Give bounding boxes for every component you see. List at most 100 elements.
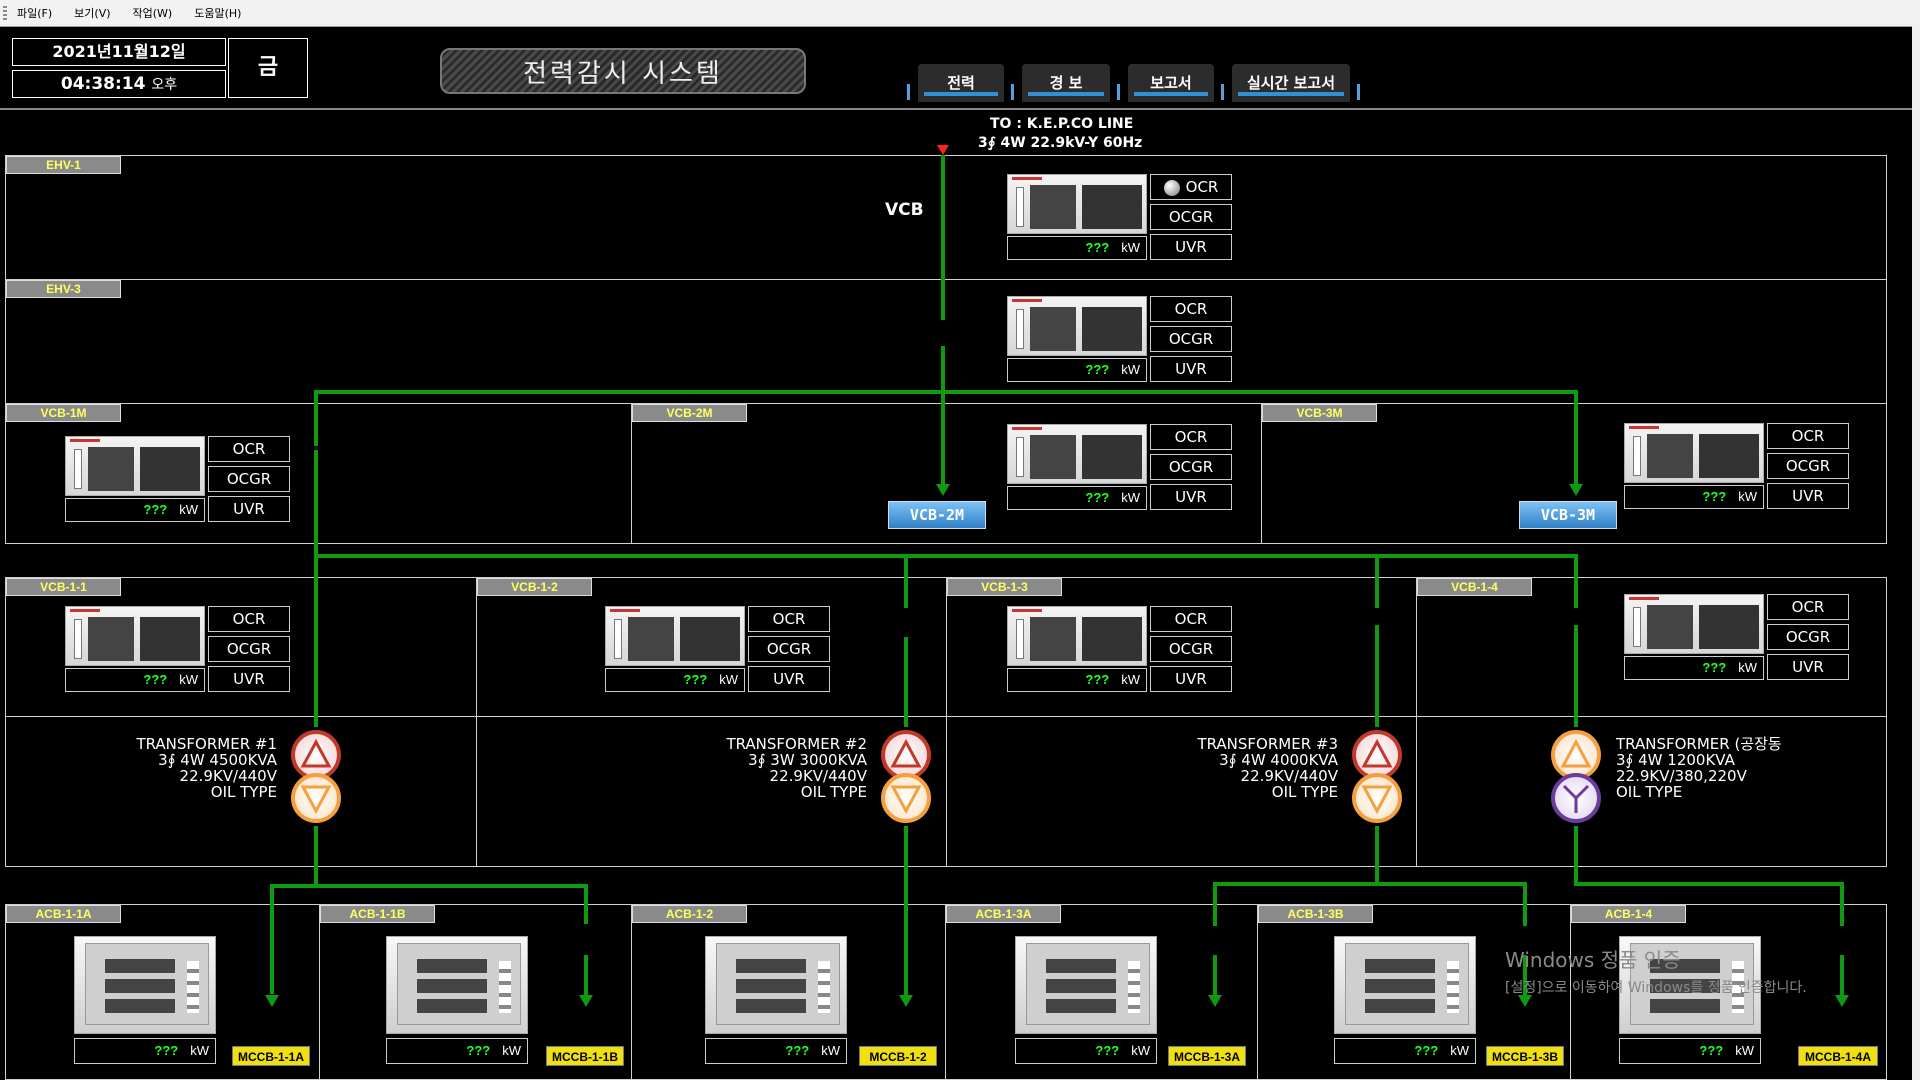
ocr-button[interactable]: OCR (208, 606, 290, 632)
activation-watermark: Windows 정품 인증 [설정]으로 이동하여 Windows를 정품 인증… (1505, 944, 1807, 997)
kw-readout: ??? kW (65, 498, 205, 522)
mccb-1-4a-button[interactable]: MCCB-1-4A (1798, 1046, 1878, 1066)
uvr-button[interactable]: UVR (1150, 356, 1232, 382)
menu-file[interactable]: 파일(F) (17, 5, 52, 21)
ocr-button[interactable]: OCR (1150, 296, 1232, 322)
ocgr-button[interactable]: OCGR (1150, 454, 1232, 480)
kw-readout: ??? kW (74, 1038, 216, 1064)
transformer-name: TRANSFORMER #3 (1197, 735, 1338, 753)
power-meter-icon[interactable] (1334, 936, 1476, 1034)
kw-unit: kW (1738, 489, 1757, 504)
feeder-vcb13 (1375, 625, 1379, 727)
kw-unit: kW (1121, 240, 1140, 255)
relay-device-icon[interactable] (1007, 296, 1147, 356)
uvr-button[interactable]: UVR (1150, 234, 1232, 260)
mccb-1-1a-button[interactable]: MCCB-1-1A (232, 1046, 310, 1066)
tab-report[interactable]: 보고서 (1128, 64, 1214, 102)
time-value: 04:38:14 (60, 74, 146, 94)
bus-vcb-main (314, 390, 1578, 394)
tab-alarm-label: 경 보 (1049, 74, 1083, 92)
transformer-name: TRANSFORMER #1 (136, 735, 277, 753)
ocr-button[interactable]: OCR (208, 436, 290, 462)
feeder-vcb1m (314, 390, 318, 446)
uvr-button[interactable]: UVR (1150, 484, 1232, 510)
acb1-drop (270, 884, 274, 994)
mccb-1-2-button[interactable]: MCCB-1-2 (859, 1046, 937, 1066)
uvr-button[interactable]: UVR (1767, 483, 1849, 509)
relay-device-icon[interactable] (65, 436, 205, 496)
mccb-1-3a-button[interactable]: MCCB-1-3A (1168, 1046, 1246, 1066)
kw-readout: ??? kW (1015, 1038, 1157, 1064)
ocr-button[interactable]: OCR (1150, 606, 1232, 632)
power-meter-icon[interactable] (74, 936, 216, 1034)
acb3-drop (1213, 882, 1217, 926)
ocgr-button[interactable]: OCGR (748, 636, 830, 662)
relay-device-icon[interactable] (605, 606, 745, 666)
kw-readout: ??? kW (1007, 236, 1147, 260)
uvr-button[interactable]: UVR (1150, 666, 1232, 692)
kw-value: ??? (143, 502, 168, 517)
ocgr-button[interactable]: OCGR (1767, 624, 1849, 650)
transformer-spec: 3∮ 3W 3000KVA (748, 751, 867, 769)
power-meter-icon[interactable] (386, 936, 528, 1034)
date-display: 2021년11월12일 (12, 38, 226, 66)
ocr-button[interactable]: OCR (748, 606, 830, 632)
menu-work[interactable]: 작업(W) (133, 5, 173, 21)
relay-device-icon[interactable] (1624, 594, 1764, 654)
kw-unit: kW (190, 1043, 209, 1058)
feeder-vcb3m (1574, 390, 1578, 488)
tab-separator (907, 84, 910, 100)
mccb-1-1b-button[interactable]: MCCB-1-1B (546, 1046, 624, 1066)
tr3-secondary (1375, 826, 1379, 886)
uvr-button[interactable]: UVR (1767, 654, 1849, 680)
kw-readout: ??? kW (1007, 358, 1147, 382)
tab-alarm[interactable]: 경 보 (1022, 64, 1110, 102)
uvr-button[interactable]: UVR (208, 496, 290, 522)
tab-power-label: 전력 (947, 74, 975, 92)
acb3-drop (1213, 955, 1217, 995)
ocgr-button[interactable]: OCGR (208, 466, 290, 492)
arrow-down-icon (936, 484, 950, 496)
ocr-button[interactable]: OCR (1767, 423, 1849, 449)
uvr-button[interactable]: UVR (748, 666, 830, 692)
kw-readout: ??? kW (1624, 485, 1764, 509)
main-feeder-line (941, 346, 945, 488)
relay-device-icon[interactable] (1624, 423, 1764, 483)
tab-power[interactable]: 전력 (918, 64, 1004, 102)
relay-device-icon[interactable] (1007, 424, 1147, 484)
ocgr-button[interactable]: OCGR (1150, 204, 1232, 230)
menu-view[interactable]: 보기(V) (74, 5, 110, 21)
panel-label-acb12: ACB-1-2 (632, 905, 747, 923)
kw-unit: kW (1450, 1043, 1469, 1058)
mccb-1-3b-button[interactable]: MCCB-1-3B (1486, 1046, 1564, 1066)
acb1-drop (584, 884, 588, 924)
relay-device-icon[interactable] (1007, 174, 1147, 234)
ocgr-button[interactable]: OCGR (208, 636, 290, 662)
arrow-down-icon (265, 995, 279, 1007)
page-title: 전력감시 시스템 (440, 48, 806, 94)
power-meter-icon[interactable] (1015, 936, 1157, 1034)
tab-realtime-report[interactable]: 실시간 보고서 (1232, 64, 1350, 102)
ocr-button[interactable]: OCR (1150, 424, 1232, 450)
kw-value: ??? (1702, 489, 1727, 504)
power-meter-icon[interactable] (705, 936, 847, 1034)
kw-readout: ??? kW (386, 1038, 528, 1064)
ocgr-button[interactable]: OCGR (1150, 636, 1232, 662)
kw-readout: ??? kW (1624, 656, 1764, 680)
vcb-3m-button[interactable]: VCB-3M (1519, 501, 1617, 529)
relay-device-icon[interactable] (65, 606, 205, 666)
ocgr-button[interactable]: OCGR (1150, 326, 1232, 352)
panel-label-acb14: ACB-1-4 (1571, 905, 1686, 923)
wye-winding-icon (291, 773, 341, 823)
acb1-drop (584, 955, 588, 995)
ocgr-button[interactable]: OCGR (1767, 453, 1849, 479)
acb1-bus (270, 884, 588, 888)
ocr-button[interactable]: OCR (1150, 174, 1232, 200)
menu-bar: 파일(F) 보기(V) 작업(W) 도움말(H) (0, 0, 1920, 27)
panel-ehv3 (5, 279, 1887, 404)
vcb-2m-button[interactable]: VCB-2M (888, 501, 986, 529)
relay-device-icon[interactable] (1007, 606, 1147, 666)
menu-help[interactable]: 도움말(H) (194, 5, 241, 21)
ocr-button[interactable]: OCR (1767, 594, 1849, 620)
uvr-button[interactable]: UVR (208, 666, 290, 692)
